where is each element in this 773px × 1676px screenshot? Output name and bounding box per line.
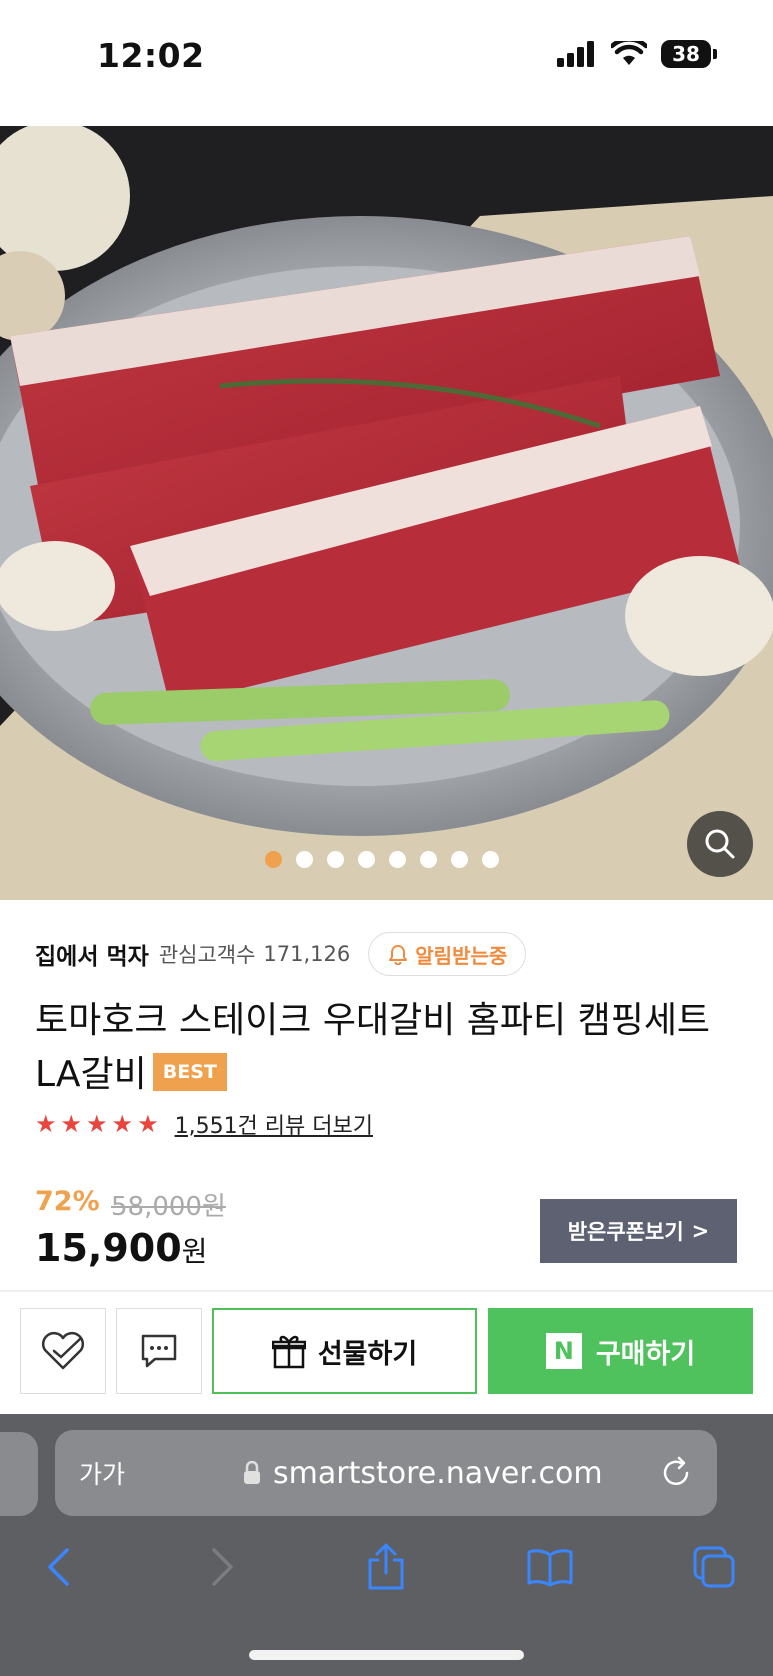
review-link[interactable]: 1,551건 리뷰 더보기 [175,1108,373,1140]
battery-icon: 38 [661,40,717,68]
gallery-dot[interactable] [296,851,313,868]
sale-price-value: 15,900 [35,1226,182,1270]
back-button[interactable] [33,1542,83,1592]
best-badge: BEST [152,1053,227,1091]
gallery-pagination [265,851,499,868]
status-bar: 12:02 38 [0,0,773,126]
zoom-button[interactable] [687,811,753,877]
gallery-dot[interactable] [265,851,282,868]
text-size-button[interactable]: 가가 [79,1455,125,1491]
action-bar: 선물하기 N 구매하기 [0,1292,773,1414]
sale-price: 15,900원 [35,1226,207,1270]
coupon-label: 받은쿠폰보기 [567,1220,684,1244]
browser-bar: 가가 smartstore.naver.com [0,1414,773,1676]
reload-icon[interactable] [659,1456,693,1490]
chat-button[interactable] [116,1308,202,1394]
buy-label: 구매하기 [595,1338,696,1370]
original-price: 58,000원 [111,1192,226,1222]
product-image[interactable] [0,126,773,900]
url-display[interactable]: smartstore.naver.com [243,1456,603,1491]
home-indicator [249,1650,524,1660]
chevron-right-icon [212,1548,233,1586]
tabs-icon [693,1546,735,1588]
star-icon: ★ [86,1110,108,1138]
product-title-text: 토마호크 스테이크 우대갈비 홈파티 캠핑세트 LA갈비 [35,1000,711,1095]
gallery-dot[interactable] [451,851,468,868]
coupon-button[interactable]: 받은쿠폰보기 > [540,1199,737,1263]
previous-tab-peek[interactable] [0,1432,38,1516]
gallery-dot[interactable] [327,851,344,868]
currency: 원 [181,1235,208,1268]
star-icon: ★ [35,1110,57,1138]
signal-icon [557,41,594,67]
product-photo [0,126,773,900]
store-name[interactable]: 집에서 먹자 [35,937,149,971]
heart-check-icon [41,1331,85,1370]
status-icons: 38 [557,40,717,68]
gallery-dot[interactable] [420,851,437,868]
store-row: 집에서 먹자 관심고객수 171,126 알림받는중 [35,932,527,976]
discount-rate: 72% [35,1186,100,1217]
url-text: smartstore.naver.com [273,1455,603,1491]
notify-button[interactable]: 알림받는중 [368,932,527,976]
buy-button[interactable]: N 구매하기 [488,1308,753,1394]
browser-toolbar [0,1542,773,1602]
star-icon: ★ [111,1110,134,1138]
chat-icon [141,1334,177,1368]
star-icon: ★ [60,1110,83,1138]
lock-icon [244,1461,260,1484]
tabs-button[interactable] [689,1542,739,1592]
rating-row: ★ ★ ★ ★ ★ 1,551건 리뷰 더보기 [35,1108,373,1140]
bell-icon [389,945,408,965]
forward-button[interactable] [198,1542,248,1592]
naver-pay-logo: N [545,1333,582,1369]
search-icon [705,829,735,859]
wifi-icon [611,41,647,65]
fans-count: 171,126 [263,942,351,966]
bookmarks-button[interactable] [525,1542,575,1592]
notify-label: 알림받는중 [415,943,508,968]
gallery-dot[interactable] [358,851,375,868]
chevron-left-icon [48,1548,69,1586]
gift-icon [271,1335,306,1369]
product-title: 토마호크 스테이크 우대갈비 홈파티 캠핑세트 LA갈비 BEST [35,994,745,1102]
address-bar[interactable]: 가가 smartstore.naver.com [55,1430,717,1516]
gift-label: 선물하기 [317,1338,418,1370]
wishlist-button[interactable] [20,1308,106,1394]
star-icon: ★ [137,1110,159,1138]
gift-button[interactable]: 선물하기 [212,1308,477,1394]
share-icon [368,1543,404,1590]
fans-label: 관심고객수 [158,943,256,967]
share-button[interactable] [361,1542,411,1592]
gallery-dot[interactable] [482,851,499,868]
chevron-right-icon: > [691,1219,710,1243]
book-icon [527,1549,573,1587]
gallery-dot[interactable] [389,851,406,868]
status-time: 12:02 [97,36,205,75]
